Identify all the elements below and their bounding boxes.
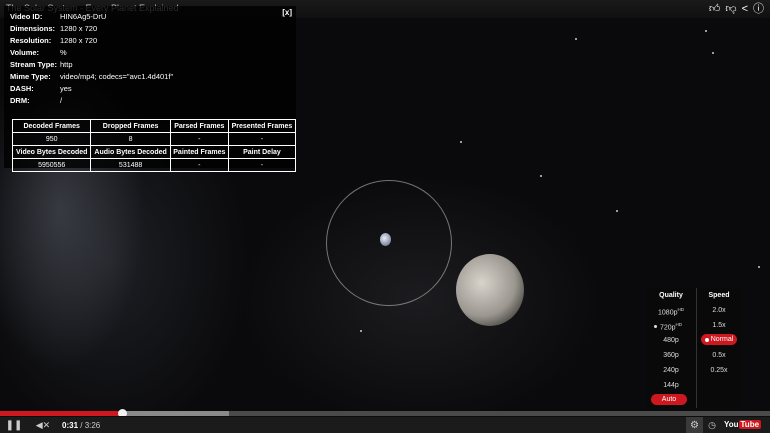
table-header-row: Decoded Frames Dropped Frames Parsed Fra… (11, 119, 297, 133)
quality-option-720p[interactable]: 720pHD (646, 322, 696, 331)
frame-stats-table: Decoded Frames Dropped Frames Parsed Fra… (11, 119, 297, 172)
watch-later-icon[interactable]: ◷ (706, 419, 718, 432)
table-cell: 950 (11, 132, 92, 146)
quality-column: Quality 1080pHD 720pHD 480p 360p 240p 14… (646, 288, 697, 408)
star (575, 38, 577, 40)
speed-option-0-5x[interactable]: 0.5x (697, 352, 741, 359)
table-cell: - (227, 132, 297, 146)
star (758, 266, 760, 268)
table-header-cell: Painted Frames (169, 145, 229, 159)
settings-button[interactable]: ⚙ (686, 417, 703, 433)
speed-option-0-25x[interactable]: 0.25x (697, 367, 741, 374)
quality-option-480p[interactable]: 480p (646, 337, 696, 344)
star (460, 141, 462, 143)
table-header-cell: Dropped Frames (90, 119, 171, 133)
table-cell: - (169, 132, 229, 146)
table-row: 950 8 - - (11, 132, 297, 146)
quality-option-240p[interactable]: 240p (646, 367, 696, 374)
youtube-logo[interactable]: You Tube (724, 420, 762, 429)
stat-video-id: Video ID: HIN6Ag5-DrU (10, 12, 107, 21)
current-quality-dot (654, 325, 657, 328)
table-header-cell: Paint Delay (227, 145, 297, 159)
time-display: 0:31 / 3:26 (62, 421, 100, 430)
table-cell: 5950556 (11, 158, 92, 172)
speed-header: Speed (708, 292, 730, 299)
table-cell: - (169, 158, 229, 172)
stats-close-button[interactable]: [x] (282, 8, 292, 17)
thumbs-down-icon[interactable]: 👎︎ (725, 2, 736, 16)
stat-drm: DRM: / (10, 96, 63, 105)
speed-option-2x[interactable]: 2.0x (697, 307, 741, 314)
table-header-row: Video Bytes Decoded Audio Bytes Decoded … (11, 145, 297, 159)
table-cell: 8 (90, 132, 171, 146)
quality-option-1080p[interactable]: 1080pHD (646, 307, 696, 316)
speed-option-1-5x[interactable]: 1.5x (697, 322, 741, 329)
stat-volume: Volume:% (10, 48, 67, 57)
stats-for-nerds-panel: [x] Video ID: HIN6Ag5-DrU Dimensions: 1280… (4, 6, 297, 172)
stat-mime-type: Mime Type: video/mp4; codecs="avc1.4d401f… (10, 72, 174, 81)
star (616, 210, 618, 212)
quality-header: Quality (659, 292, 683, 299)
table-header-cell: Audio Bytes Decoded (90, 145, 171, 159)
current-time: 0:31 (62, 421, 79, 430)
speed-option-normal[interactable]: Normal (701, 334, 737, 345)
control-bar: ❚❚ ◀✕ 0:31 / 3:26 ⚙ ◷ You Tube (0, 416, 770, 433)
speed-column: Speed 2.0x 1.5x Normal 0.5x 0.25x (697, 288, 741, 408)
table-header-cell: Presented Frames (227, 119, 297, 133)
table-cell: - (227, 158, 297, 172)
table-header-cell: Decoded Frames (11, 119, 92, 133)
settings-menu: Quality 1080pHD 720pHD 480p 360p 240p 14… (646, 288, 741, 408)
stat-stream-type: Stream Type: http (10, 60, 73, 69)
info-icon[interactable]: ⓘ (753, 2, 764, 16)
settings-icon: ⚙ (690, 420, 699, 431)
table-header-cell: Video Bytes Decoded (11, 145, 92, 159)
stat-dash: DASH: yes (10, 84, 72, 93)
stat-resolution: Resolution: 1280 x 720 (10, 36, 98, 45)
top-actions: 👍︎ 👎︎ < ⓘ (709, 2, 764, 16)
selected-dot (705, 338, 709, 342)
share-icon[interactable]: < (742, 2, 748, 16)
time-separator: / (78, 421, 85, 430)
star (705, 30, 707, 32)
quality-option-auto[interactable]: Auto (651, 394, 687, 405)
duration: 3:26 (84, 421, 101, 430)
planet-small (380, 233, 391, 246)
stat-dimensions: Dimensions: 1280 x 720 (10, 24, 98, 33)
table-row: 5950556 531488 - - (11, 158, 297, 172)
star (712, 52, 714, 54)
thumbs-up-icon[interactable]: 👍︎ (709, 2, 721, 16)
quality-option-360p[interactable]: 360p (646, 352, 696, 359)
star (540, 175, 542, 177)
table-header-cell: Parsed Frames (169, 119, 229, 133)
volume-muted-icon[interactable]: ◀✕ (34, 419, 52, 432)
video-player[interactable]: The Solar System - Every Planet Explaine… (0, 0, 770, 433)
table-cell: 531488 (90, 158, 171, 172)
pause-icon[interactable]: ❚❚ (6, 419, 23, 432)
planet-large (456, 254, 524, 326)
star (360, 330, 362, 332)
quality-option-144p[interactable]: 144p (646, 382, 696, 389)
